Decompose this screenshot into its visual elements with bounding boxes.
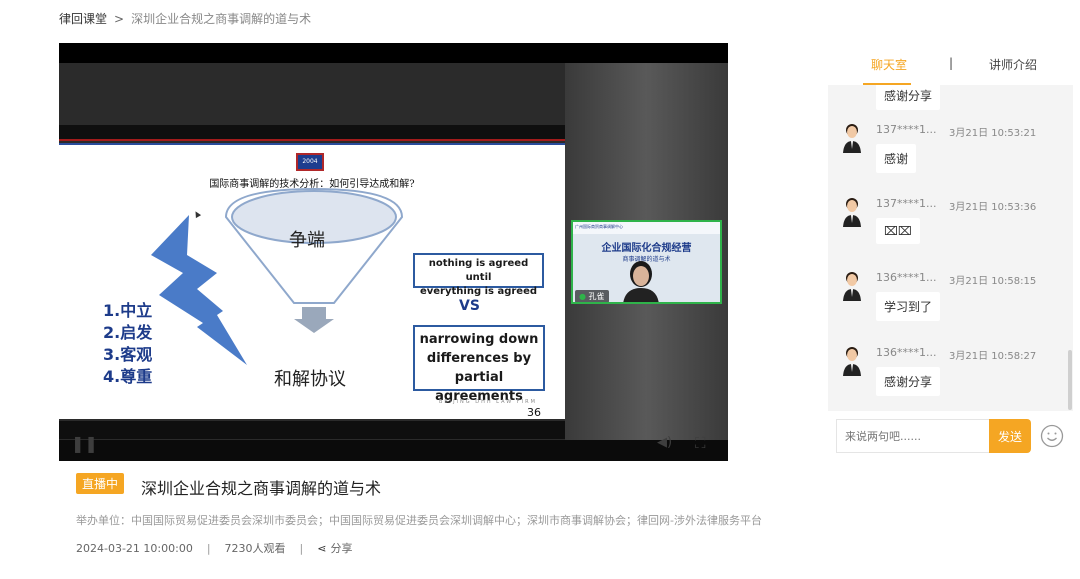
video-control-bar [59,440,728,461]
chat-input[interactable] [836,419,990,453]
microphone-icon: ● [579,292,586,301]
user-avatar-icon [843,347,861,376]
volume-icon[interactable]: ◀) [657,435,672,450]
chat-timestamp: 3月21日 10:58:27 [949,351,1037,362]
chat-messages[interactable]: 感谢分享 137****1... 3月21日 10:53:21 感谢 137**… [828,85,1073,450]
principle-item: 3.客观 [103,345,153,364]
breadcrumb: 律回课堂 > 深圳企业合规之商事调解的道与术 [59,10,311,27]
live-badge: 直播中 [76,473,125,494]
box2-line: differences by [426,351,532,366]
course-meta: 2024-03-21 10:00:00 | 7230人观看 | ⋖ 分享 [76,540,352,556]
principles-list: 1.中立 2.启发 3.客观 4.尊重 [103,300,152,388]
breadcrumb-current: 深圳企业合规之商事调解的道与术 [131,12,312,26]
send-button[interactable]: 发送 [989,419,1031,453]
meta-divider: | [206,542,211,555]
funnel-icon [224,187,404,333]
pip-title: 企业国际化合规经营 [601,243,692,254]
chat-bubble: ⌧⌧ [876,218,920,244]
pip-header: 广州国际商贸商事调解中心 [573,222,720,234]
course-date: 2024-03-21 10:00:00 [76,542,193,555]
tab-lecturer-intro[interactable]: 讲师介绍 [989,56,1037,73]
video-top-bar [59,43,728,63]
chat-bubble: 感谢分享 [876,367,941,396]
course-title: 深圳企业合规之商事调解的道与术 [141,479,382,498]
funnel-bottom-label: 和解协议 [274,369,346,390]
chat-input-row: 发送 [828,411,1073,463]
meta-divider: | [299,542,304,555]
breadcrumb-separator: > [114,12,125,26]
funnel-top-label: 争端 [289,230,325,251]
tab-chat-room[interactable]: 聊天室 [871,56,907,73]
chat-timestamp: 3月21日 10:53:21 [949,128,1037,139]
box1-line: everything is agreed [419,286,538,297]
chat-bubble: 学习到了 [876,292,941,321]
chat-username: 137****1... [876,123,937,136]
vs-label: VS [459,298,480,314]
fullscreen-icon[interactable]: ⛶ [695,434,706,452]
chat-username: 137****1... [876,197,937,210]
user-avatar-icon [843,124,861,153]
principle-item: 1.中立 [103,301,153,320]
box2-line: narrowing down [419,332,539,347]
share-label: 分享 [330,542,353,555]
emoji-icon[interactable] [1040,424,1064,448]
organizers: 举办单位：中国国际贸易促进委员会深圳市委员会；中国国际贸易促进委员会深圳调解中心… [76,514,762,527]
screen-share-area: 2004 ADR 国际商事调解的技术分析：如何引导达成和解? 争端 和解协议 1… [59,63,565,440]
tab-separator: | [949,56,954,70]
box1-line: nothing is agreed until [428,258,529,283]
user-avatar-icon [843,198,861,227]
speaker-name: 孔雀 [588,292,605,301]
breadcrumb-home-link[interactable]: 律回课堂 [59,12,107,26]
pause-icon[interactable]: ❚❚ [71,434,98,453]
speaker-name-tag: ● 孔雀 [575,290,609,302]
slide-page-number: 36 [527,406,541,419]
viewer-count: 7230人观看 [224,542,286,555]
presentation-slide: 2004 ADR 国际商事调解的技术分析：如何引导达成和解? 争端 和解协议 1… [59,143,565,419]
chat-username: 136****1... [876,271,937,284]
chat-username: 136****1... [876,346,937,359]
chat-timestamp: 3月21日 10:53:36 [949,202,1037,213]
chat-scrollbar[interactable] [1068,350,1072,410]
principle-item: 4.尊重 [103,367,153,386]
course-info: 直播中 深圳企业合规之商事调解的道与术 举办单位：中国国际贸易促进委员会深圳市委… [59,461,762,563]
speaker-camera-window[interactable]: 广州国际商贸商事调解中心 企业国际化合规经营 商事调解的道与术 ● 孔雀 [571,220,722,304]
principle-box-1: nothing is agreed until everything is ag… [413,253,544,297]
slide-bottom-band [59,421,565,439]
share-icon: ⋖ [317,542,327,555]
share-button[interactable]: ⋖ 分享 [317,542,352,555]
user-avatar-icon [843,272,861,301]
slide-firm-name: BEIJING DHH LAW FIRM [439,399,537,405]
speaker-avatar [623,261,659,302]
slide-top-band [59,125,565,141]
chat-timestamp: 3月21日 10:58:15 [949,276,1037,287]
video-player[interactable]: 2004 ADR 国际商事调解的技术分析：如何引导达成和解? 争端 和解协议 1… [59,43,728,461]
chat-bubble: 感谢 [876,144,917,173]
chat-bubble: 感谢分享 [876,85,941,110]
chat-tabs: 聊天室 | 讲师介绍 [828,43,1073,85]
chat-panel: 聊天室 | 讲师介绍 感谢分享 137****1... 3月21日 10:53:… [828,43,1073,463]
principle-box-2: narrowing down differences by partial ag… [413,325,545,404]
principle-item: 2.启发 [103,323,153,342]
slide-logo: 2004 ADR [296,153,324,179]
